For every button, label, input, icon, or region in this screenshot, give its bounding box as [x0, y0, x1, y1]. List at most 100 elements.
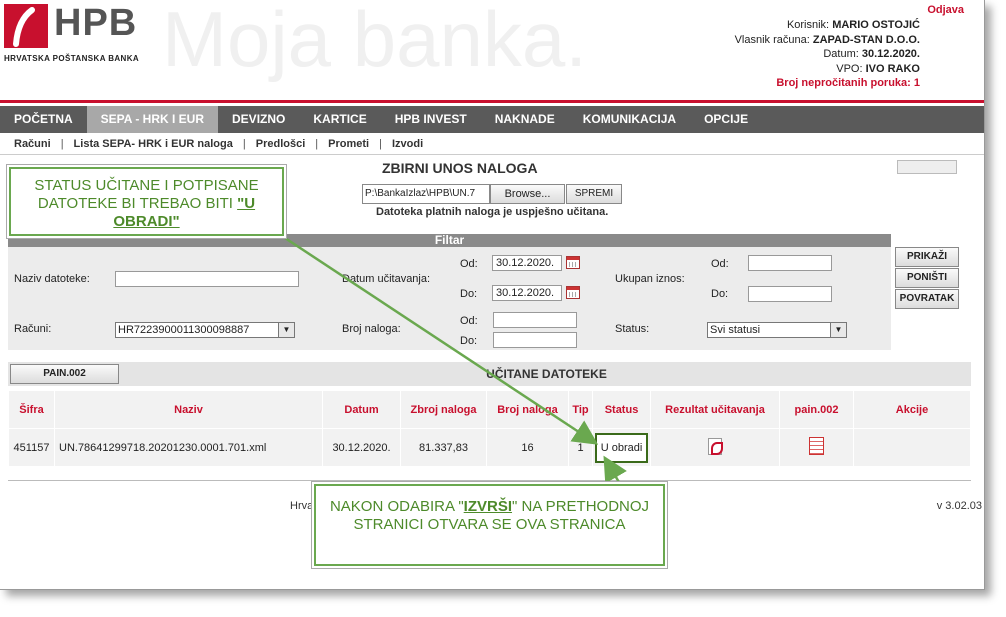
row-status: U obradi: [594, 432, 649, 463]
calendar-from-icon[interactable]: [566, 256, 580, 269]
upload-date-label: Datum učitavanja:: [342, 273, 431, 285]
file-path-input[interactable]: P:\BankaIzlaz\HPB\UN.7: [362, 184, 490, 204]
row-name: UN.78641299718.20201230.0001.701.xml: [54, 428, 323, 467]
user-value: MARIO OSTOJIĆ: [832, 19, 920, 31]
row-type: 1: [568, 428, 593, 467]
file-name-input[interactable]: [115, 271, 299, 287]
date-label: Datum:: [823, 48, 859, 60]
bottom-divider: [8, 480, 971, 481]
files-table: Šifra Naziv Datum Zbroj naloga Broj nalo…: [8, 390, 971, 467]
vpo-value: IVO RAKO: [865, 62, 920, 75]
col-akcije: Akcije: [853, 390, 971, 429]
nav-item-komunikacija[interactable]: KOMUNIKACIJA: [569, 106, 690, 133]
total-amount-label: Ukupan iznos:: [615, 273, 685, 285]
col-zbroj[interactable]: Zbroj naloga: [400, 390, 487, 429]
page: Moja banka. HPB HRVATSKA POŠTANSKA BANKA…: [0, 0, 985, 590]
unread-messages-link[interactable]: Broj nepročitanih poruka: 1: [776, 77, 920, 89]
version-text: v 3.02.03: [936, 500, 982, 512]
sub-nav: Računi | Lista SEPA- HRK i EUR naloga | …: [0, 133, 984, 155]
header-divider: [0, 100, 984, 103]
orders-to-input[interactable]: [493, 332, 577, 348]
row-date: 30.12.2020.: [322, 428, 401, 467]
col-datum[interactable]: Datum: [322, 390, 401, 429]
nav-item-opcije[interactable]: OPCIJE: [690, 106, 762, 133]
col-status[interactable]: Status: [592, 390, 651, 429]
date-from-label: Od:: [460, 258, 478, 270]
pdf-icon[interactable]: [708, 437, 723, 455]
callout-status-text: STATUS UČITANE I POTPISANE DATOTEKE BI T…: [34, 177, 259, 212]
row-count: 16: [486, 428, 569, 467]
status-select[interactable]: Svi statusi ▼: [707, 322, 847, 338]
row-result: [650, 428, 780, 467]
table-header-row: Šifra Naziv Datum Zbroj naloga Broj nalo…: [8, 390, 971, 429]
subnav-racuni[interactable]: Računi: [14, 138, 51, 150]
status-value: Svi statusi: [710, 324, 761, 336]
pain002-tab[interactable]: PAIN.002: [10, 364, 119, 384]
row-pain002: [779, 428, 854, 467]
logout-link[interactable]: Odjava: [927, 4, 964, 16]
owner-value: ZAPAD-STAN D.O.O.: [812, 33, 920, 46]
chevron-down-icon: ▼: [278, 323, 294, 337]
nav-item-pocetna[interactable]: POČETNA: [0, 106, 87, 133]
callout-status: STATUS UČITANE I POTPISANE DATOTEKE BI T…: [9, 167, 284, 236]
hpb-logo-icon: [4, 4, 48, 48]
save-button[interactable]: SPREMI: [566, 184, 622, 204]
col-naziv[interactable]: Naziv: [54, 390, 323, 429]
nav-item-hpb-invest[interactable]: HPB INVEST: [381, 106, 481, 133]
amount-to-label: Do:: [711, 288, 729, 300]
account-value: HR7223900011300098887: [118, 324, 250, 336]
nav-item-devizno[interactable]: DEVIZNO: [218, 106, 299, 133]
amount-from-input[interactable]: [748, 255, 832, 271]
callout-izvrsi: NAKON ODABIRA "IZVRŠI" NA PRETHODNOJ STR…: [314, 484, 665, 566]
user-label: Korisnik:: [786, 19, 830, 31]
col-broj[interactable]: Broj naloga: [486, 390, 569, 429]
chevron-down-icon: ▼: [830, 323, 846, 337]
owner-label: Vlasnik računa:: [734, 33, 810, 46]
footer-text: Hrva: [290, 500, 314, 512]
subnav-lista-sepa[interactable]: Lista SEPA- HRK i EUR naloga: [74, 138, 233, 150]
reset-button[interactable]: PONIŠTI: [895, 268, 959, 288]
subnav-predlosci[interactable]: Predlošci: [256, 138, 306, 150]
callout-izvrsi-highlight: IZVRŠI: [463, 498, 513, 515]
user-info: Korisnik: MARIO OSTOJIĆ Vlasnik računa: …: [735, 18, 920, 76]
watermark: Moja banka.: [162, 0, 587, 83]
vpo-label: VPO:: [836, 62, 863, 75]
callout-izvrsi-text-a: NAKON ODABIRA ": [329, 498, 464, 515]
subnav-izvodi[interactable]: Izvodi: [392, 138, 423, 150]
accounts-label: Računi:: [14, 323, 52, 335]
date-to-label: Do:: [460, 288, 478, 300]
file-name-label: Naziv datoteke:: [14, 273, 90, 285]
row-id: 451157: [8, 428, 55, 467]
amount-to-input[interactable]: [748, 286, 832, 302]
col-tip[interactable]: Tip: [568, 390, 593, 429]
nav-item-kartice[interactable]: KARTICE: [299, 106, 380, 133]
browse-button[interactable]: Browse...: [490, 184, 565, 204]
orders-count-label: Broj naloga:: [342, 323, 401, 335]
main-nav: POČETNA SEPA - HRK I EUR DEVIZNO KARTICE…: [0, 106, 984, 133]
account-select[interactable]: HR7223900011300098887 ▼: [115, 322, 295, 338]
back-button[interactable]: POVRATAK: [895, 289, 959, 309]
col-rezultat[interactable]: Rezultat učitavanja: [650, 390, 780, 429]
row-actions: [853, 428, 971, 467]
subnav-prometi[interactable]: Prometi: [328, 138, 369, 150]
date-value: 30.12.2020.: [861, 48, 920, 60]
col-pain002[interactable]: pain.002: [779, 390, 854, 429]
orders-to-label: Do:: [460, 335, 478, 347]
orders-from-input[interactable]: [493, 312, 577, 328]
page-title: ZBIRNI UNOS NALOGA: [382, 160, 538, 176]
nav-item-naknade[interactable]: NAKNADE: [481, 106, 569, 133]
logo-text: HPB: [54, 2, 138, 44]
amount-from-label: Od:: [711, 258, 729, 270]
nav-item-sepa[interactable]: SEPA - HRK I EUR: [86, 106, 219, 133]
show-button[interactable]: PRIKAŽI: [895, 247, 959, 267]
calendar-to-icon[interactable]: [566, 286, 580, 299]
date-from-input[interactable]: 30.12.2020.: [492, 255, 562, 271]
small-box: [897, 160, 957, 174]
row-status-cell: U obradi: [592, 428, 651, 467]
date-to-input[interactable]: 30.12.2020.: [492, 285, 562, 301]
status-label: Status:: [615, 323, 650, 335]
upload-message: Datoteka platnih naloga je uspješno učit…: [376, 206, 609, 218]
col-sifra[interactable]: Šifra: [8, 390, 55, 429]
document-icon[interactable]: [809, 437, 824, 455]
logo-subtitle: HRVATSKA POŠTANSKA BANKA: [4, 54, 140, 63]
